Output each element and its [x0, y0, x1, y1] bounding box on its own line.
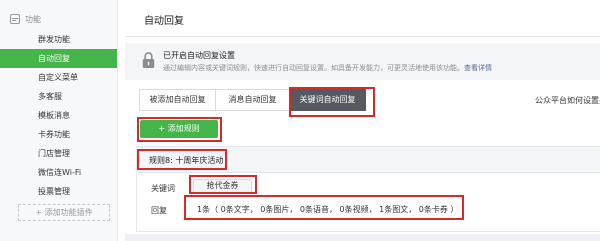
sidebar-item-store-management[interactable]: 门店管理 [0, 144, 117, 163]
sidebar-section-label: 功能 [25, 14, 41, 24]
notice-title: 已开启自动回复设置 [163, 51, 235, 60]
reply-type-tabs: 被添加自动回复 消息自动回复 关键词自动回复 [139, 89, 366, 111]
sidebar-item-customer-service[interactable]: 多客服 [0, 87, 117, 106]
add-rule-button[interactable]: + 添加规则 [140, 120, 218, 138]
keyword-tag: 抢代金券 [193, 179, 252, 193]
notice-description-text: 通过编辑内容或关键词规则，快速进行自动回复设置。如具备开发能力，可更灵活地使用该… [163, 64, 464, 72]
sidebar-item-vote-management[interactable]: 投票管理 [0, 182, 117, 201]
sidebar-item-auto-reply[interactable]: 自动回复 [0, 49, 117, 68]
menu-icon [10, 14, 20, 24]
rule-panel: 规则8: 十周年庆活动 关键词 抢代金券 回复 1条（ 0条文字， 0条图片， … [136, 146, 600, 232]
reply-summary: 1条（ 0条文字， 0条图片， 0条语音， 0条视频， 1条图文， 0条卡券 ） [197, 205, 459, 214]
page-title: 自动回复 [144, 16, 184, 27]
sidebar-item-wechat-wifi[interactable]: 微信连Wi-Fi [0, 163, 117, 182]
help-link[interactable]: 公众平台如何设置关 [535, 95, 600, 106]
tab-added-auto-reply[interactable]: 被添加自动回复 [139, 89, 216, 111]
next-rule-header [125, 234, 600, 241]
sidebar-item-mass-send[interactable]: 群发功能 [0, 30, 117, 49]
notice-banner: 已开启自动回复设置 通过编辑内容或关键词规则，快速进行自动回复设置。如具备开发能… [125, 43, 600, 80]
rule-header[interactable]: 规则8: 十周年庆活动 [137, 147, 600, 173]
view-details-link[interactable]: 查看详情 [464, 64, 492, 72]
sidebar-item-card-coupon[interactable]: 卡券功能 [0, 125, 117, 144]
notice-description: 通过编辑内容或关键词规则，快速进行自动回复设置。如具备开发能力，可更灵活地使用该… [163, 63, 492, 73]
reply-label: 回复 [151, 206, 167, 215]
sidebar-item-custom-menu[interactable]: 自定义菜单 [0, 68, 117, 87]
tab-message-auto-reply[interactable]: 消息自动回复 [215, 89, 290, 111]
sidebar: 功能 群发功能 自动回复 自定义菜单 多客服 模板消息 卡券功能 门店管理 微信… [0, 0, 118, 241]
sidebar-item-template-message[interactable]: 模板消息 [0, 106, 117, 125]
rule-name: 规则8: 十周年庆活动 [149, 156, 224, 165]
lock-icon [142, 52, 155, 68]
divider [125, 36, 600, 37]
sidebar-list: 群发功能 自动回复 自定义菜单 多客服 模板消息 卡券功能 门店管理 微信连Wi… [0, 30, 117, 201]
tab-keyword-auto-reply[interactable]: 关键词自动回复 [289, 89, 366, 111]
keyword-label: 关键词 [151, 184, 175, 193]
sidebar-section-header: 功能 [10, 11, 41, 27]
add-plugin-button[interactable]: + 添加功能插件 [18, 204, 110, 221]
